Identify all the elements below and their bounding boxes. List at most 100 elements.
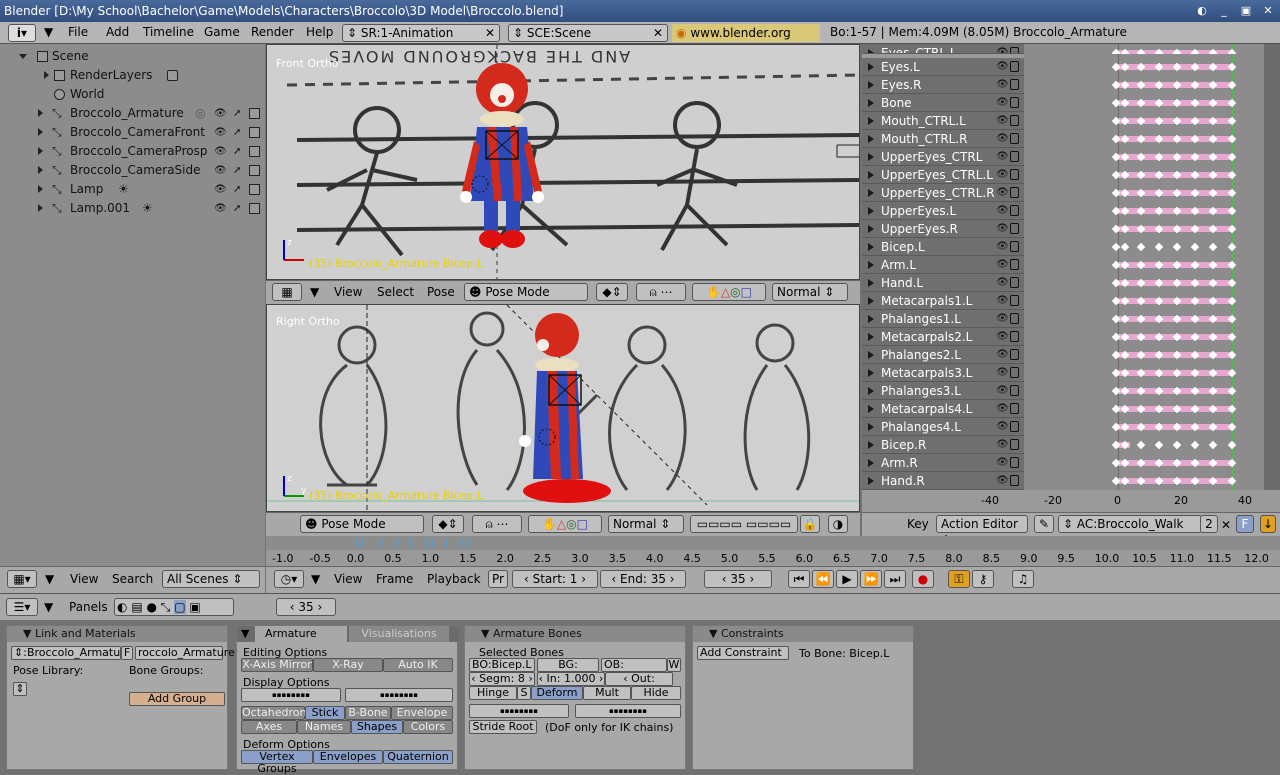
channel-expand-icon[interactable]: [868, 387, 874, 395]
channel-lock-icon[interactable]: [1010, 187, 1019, 198]
outliner-item-cameraprosp[interactable]: ⤡ Broccolo_CameraProsp 👁 ➚: [0, 142, 265, 161]
channel-expand-icon[interactable]: [868, 351, 874, 359]
channel-lock-icon[interactable]: [1010, 151, 1019, 162]
channel-expand-icon[interactable]: [868, 279, 874, 287]
keyframe-diamond[interactable]: [1120, 242, 1130, 252]
channel-keyframes[interactable]: [1024, 58, 1264, 76]
channel-keyframes[interactable]: [1024, 256, 1264, 274]
outliner-item-armature[interactable]: ⤡ Broccolo_Armature ◎ 👁 ➚: [0, 104, 265, 123]
maximize-icon[interactable]: ▣: [1238, 3, 1254, 19]
audio-icon[interactable]: ♫: [1012, 570, 1034, 588]
channel-visibility-icon[interactable]: 👁: [996, 58, 1009, 76]
jump-start-icon[interactable]: ⏮: [788, 570, 810, 588]
outliner-item-lamp[interactable]: ⤡ Lamp ☀ 👁 ➚: [0, 180, 265, 199]
collapse-icon[interactable]: [38, 147, 43, 155]
channel-keyframes[interactable]: [1024, 44, 1264, 54]
action-fake-user-button[interactable]: F: [1236, 515, 1254, 533]
action-channel[interactable]: UpperEyes_CTRL 👁: [862, 148, 1024, 166]
channel-keyframes[interactable]: [1024, 400, 1264, 418]
menu-timeline[interactable]: Timeline: [143, 25, 194, 39]
channel-lock-icon[interactable]: [1010, 313, 1019, 324]
action-channel[interactable]: UpperEyes.R 👁: [862, 220, 1024, 238]
keyframe-diamond[interactable]: [1227, 242, 1237, 252]
action-channel[interactable]: Hand.R 👁: [862, 472, 1024, 490]
action-channel[interactable]: Mouth_CTRL.L 👁: [862, 112, 1024, 130]
channel-expand-icon[interactable]: [868, 459, 874, 467]
end-frame-field[interactable]: ‹ End: 35 ›: [600, 570, 686, 588]
channel-lock-icon[interactable]: [1010, 79, 1019, 90]
rotate-icon[interactable]: ◎: [730, 285, 740, 299]
select-arrow-icon[interactable]: ➚: [233, 180, 241, 199]
deform-vertex-groups-toggle[interactable]: Vertex Groups: [241, 750, 313, 775]
channel-expand-icon[interactable]: [868, 315, 874, 323]
render-icon[interactable]: [249, 146, 260, 157]
channel-lock-icon[interactable]: [1010, 241, 1019, 252]
outliner-item-cameraside[interactable]: ⤡ Broccolo_CameraSide 👁 ➚: [0, 161, 265, 180]
action-unlink-icon[interactable]: ✕: [1218, 517, 1234, 533]
channel-keyframes[interactable]: [1024, 112, 1264, 130]
draw-shapes-toggle[interactable]: Shapes: [351, 720, 403, 734]
screen-selector[interactable]: ⇕ SR:1-Animation: [342, 24, 500, 42]
channel-keyframes[interactable]: [1024, 238, 1264, 256]
draw-octahedron-button[interactable]: Octahedron: [241, 706, 306, 720]
channel-expand-icon[interactable]: [868, 477, 874, 485]
channel-lock-icon[interactable]: [1010, 331, 1019, 342]
draw-stick-button[interactable]: Stick: [305, 706, 345, 720]
auto-ik-toggle[interactable]: Auto IK: [383, 658, 453, 672]
channel-expand-icon[interactable]: [868, 261, 874, 269]
outliner-item-camerafront[interactable]: ⤡ Broccolo_CameraFront 👁 ➚: [0, 123, 265, 142]
channel-expand-icon[interactable]: [868, 99, 874, 107]
channel-visibility-icon[interactable]: 👁: [996, 472, 1009, 490]
keyframe-diamond[interactable]: [1208, 440, 1218, 450]
channel-expand-icon[interactable]: [868, 207, 874, 215]
action-key-icon[interactable]: ↓: [1260, 515, 1276, 533]
channel-visibility-icon[interactable]: 👁: [996, 94, 1009, 112]
action-channel[interactable]: Eyes_CTRL.L 👁: [862, 44, 1024, 54]
stride-root-toggle[interactable]: Stride Root: [469, 720, 537, 734]
editing-icon[interactable]: ▢: [174, 600, 186, 614]
hinge-toggle[interactable]: Hinge: [469, 686, 517, 700]
channel-visibility-icon[interactable]: 👁: [996, 400, 1009, 418]
logic-icon[interactable]: ◐: [117, 600, 127, 614]
channel-lock-icon[interactable]: [1010, 439, 1019, 450]
visibility-eye-icon[interactable]: 👁: [214, 199, 227, 218]
menu-game[interactable]: Game: [204, 25, 240, 39]
collapse-icon[interactable]: [44, 71, 49, 79]
ease-out-field[interactable]: ‹ Out: 1.000 ›: [605, 672, 673, 697]
x-axis-mirror-toggle[interactable]: X-Axis Mirror: [241, 658, 313, 672]
draw-envelope-button[interactable]: Envelope: [391, 706, 453, 720]
channel-lock-icon[interactable]: [1010, 403, 1019, 414]
outliner-item-scene[interactable]: Scene: [0, 47, 265, 66]
channel-keyframes[interactable]: [1024, 184, 1264, 202]
channel-visibility-icon[interactable]: 👁: [996, 184, 1009, 202]
channel-lock-icon[interactable]: [1010, 277, 1019, 288]
timeline-view-menu[interactable]: View: [334, 572, 362, 586]
front-pose-menu[interactable]: Pose: [427, 285, 455, 299]
channel-expand-icon[interactable]: [868, 63, 874, 71]
collapse-icon[interactable]: [38, 185, 43, 193]
panel-title[interactable]: ▼ Link and Materials: [7, 626, 227, 642]
action-channel[interactable]: UpperEyes_CTRL.L 👁: [862, 166, 1024, 184]
panel-title[interactable]: ▼ Constraints: [693, 626, 913, 642]
channel-keyframes[interactable]: [1024, 382, 1264, 400]
right-transform-orientation[interactable]: Normal ⇕: [608, 515, 684, 533]
channel-keyframes[interactable]: [1024, 418, 1264, 436]
timeline-playback-menu[interactable]: Playback: [427, 572, 481, 586]
play-icon[interactable]: ▶: [836, 570, 858, 588]
menu-help[interactable]: Help: [306, 25, 333, 39]
channel-expand-icon[interactable]: [868, 189, 874, 197]
deform-envelopes-toggle[interactable]: Envelopes: [313, 750, 383, 764]
action-channel[interactable]: Eyes.R 👁: [862, 76, 1024, 94]
channel-lock-icon[interactable]: [1010, 47, 1019, 53]
channel-keyframes[interactable]: [1024, 436, 1264, 454]
layer-buttons[interactable]: ▭▭▭▭ ▭▭▭▭: [690, 515, 798, 533]
action-channel[interactable]: Bicep.R 👁: [862, 436, 1024, 454]
info-window-type-button[interactable]: i▾: [8, 24, 36, 42]
right-manipulator-buttons[interactable]: ✋△◎□: [528, 515, 602, 533]
website-link[interactable]: ◉ www.blender.org 248.1: [672, 24, 820, 58]
render-icon[interactable]: [249, 108, 260, 119]
channel-visibility-icon[interactable]: 👁: [996, 274, 1009, 292]
action-channel[interactable]: Metacarpals4.L 👁: [862, 400, 1024, 418]
action-scrollbar[interactable]: [1264, 44, 1280, 494]
lock-layer-icon[interactable]: 🔒: [800, 515, 820, 533]
